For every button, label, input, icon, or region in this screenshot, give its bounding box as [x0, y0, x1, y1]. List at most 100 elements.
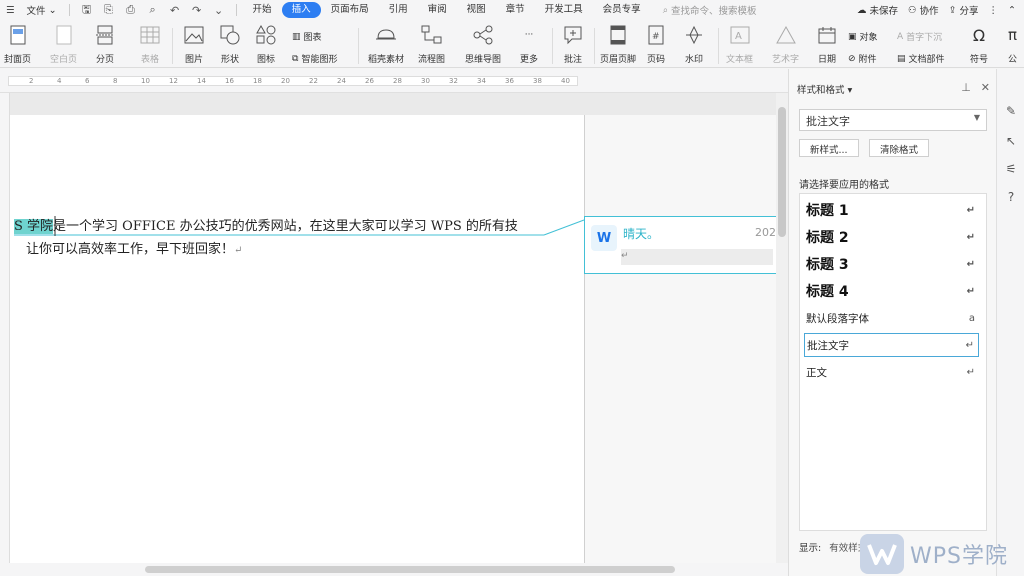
- wordart-button[interactable]: 艺术字: [772, 24, 799, 65]
- symbol-button[interactable]: Ω 符号: [970, 24, 989, 66]
- vertical-ruler[interactable]: [0, 93, 10, 563]
- header-footer-button[interactable]: 页眉页脚: [600, 24, 636, 65]
- horizontal-scrollbar[interactable]: [0, 563, 788, 576]
- close-icon[interactable]: ✕: [981, 81, 990, 94]
- chart-button[interactable]: ▥ 图表: [292, 30, 322, 44]
- settings-sliders-icon[interactable]: ⚟: [1003, 161, 1019, 177]
- collapse-ribbon-button[interactable]: ⌃: [1008, 5, 1016, 16]
- file-menu[interactable]: 文件 ⌄: [21, 0, 63, 20]
- style-name: 标题 1: [806, 203, 849, 219]
- tab-review[interactable]: 审阅: [418, 2, 457, 18]
- show-filter[interactable]: 显示: 有效样式: [799, 540, 867, 554]
- comment-button[interactable]: 批注: [563, 24, 583, 65]
- menu-icon[interactable]: ☰: [0, 0, 21, 20]
- page-break-button[interactable]: 分页: [95, 24, 115, 65]
- style-item-heading-1[interactable]: 标题 1 ↵: [804, 198, 979, 222]
- clear-format-button[interactable]: 清除格式: [869, 139, 930, 157]
- export-pdf-icon[interactable]: ⎘: [98, 0, 120, 20]
- cloud-icon: ☁: [856, 4, 867, 16]
- style-item-default-font[interactable]: 默认段落字体 a: [804, 306, 979, 330]
- style-item-heading-3[interactable]: 标题 3 ↵: [804, 252, 979, 276]
- print-icon[interactable]: ⎙: [120, 0, 142, 20]
- object-button[interactable]: ▣ 对象: [848, 30, 878, 44]
- object-label: 对象: [859, 33, 878, 43]
- comment-card[interactable]: W 晴天。 202 ↵: [584, 216, 778, 274]
- share-button[interactable]: ⇪ 分享: [949, 3, 979, 18]
- tab-home[interactable]: 开始: [243, 2, 282, 18]
- more-button[interactable]: ··· 更多: [520, 24, 538, 65]
- doc-parts-button[interactable]: ▤ 文档部件: [897, 52, 945, 66]
- ruler-tick: 12: [169, 77, 178, 85]
- tab-member[interactable]: 会员专享: [593, 2, 651, 18]
- date-button[interactable]: 日期: [818, 24, 836, 65]
- redo-icon[interactable]: ↷: [186, 0, 208, 20]
- style-name: 标题 4: [806, 284, 849, 300]
- divider: [235, 4, 237, 16]
- style-item-comment-text[interactable]: 批注文字 ↵: [804, 333, 979, 357]
- picture-button[interactable]: 图片: [184, 24, 204, 65]
- page-number-icon: #: [648, 24, 664, 46]
- stock-material-button[interactable]: 稻壳素材: [368, 24, 404, 65]
- symbol-label: 符号: [970, 55, 989, 65]
- unsaved-label: 未保存: [869, 6, 898, 17]
- print-preview-icon[interactable]: ⌕: [142, 0, 164, 20]
- attachment-button[interactable]: ⊘ 附件: [848, 52, 877, 66]
- help-icon[interactable]: ?: [1003, 189, 1019, 205]
- scrollbar-thumb[interactable]: [145, 566, 675, 573]
- shape-button[interactable]: 形状: [220, 24, 240, 65]
- command-search[interactable]: ⌕ 查找命令、搜索模板: [663, 3, 757, 18]
- table-button[interactable]: 表格: [140, 24, 160, 65]
- pencil-icon[interactable]: ✎: [1003, 103, 1019, 119]
- customize-icon[interactable]: ⌄: [208, 0, 230, 20]
- tab-view[interactable]: 视图: [457, 2, 496, 18]
- scrollbar-thumb[interactable]: [778, 107, 786, 237]
- new-style-button[interactable]: 新样式...: [799, 139, 859, 157]
- comment-label: 批注: [563, 55, 582, 65]
- icons-gallery-icon: [256, 24, 276, 46]
- tab-insert[interactable]: 插入: [281, 2, 321, 18]
- cover-page-icon: [10, 24, 26, 46]
- tab-developer[interactable]: 开发工具: [535, 2, 593, 18]
- flowchart-button[interactable]: 流程图: [418, 24, 445, 65]
- collab-button[interactable]: ⚇ 协作: [908, 3, 939, 18]
- dropcap-button[interactable]: A 首字下沉: [897, 30, 943, 44]
- comment-body-input[interactable]: [621, 249, 773, 265]
- save-icon[interactable]: 🖫: [76, 0, 98, 20]
- formula-button[interactable]: π 公: [1008, 24, 1017, 65]
- attachment-label: 附件: [858, 55, 877, 65]
- textbox-icon: A: [730, 24, 750, 46]
- document-page[interactable]: [10, 115, 584, 563]
- tab-references[interactable]: 引用: [379, 2, 418, 18]
- watermark-button[interactable]: 水印: [684, 24, 704, 65]
- current-style-select[interactable]: 批注文字 ▼: [799, 109, 987, 131]
- style-item-heading-4[interactable]: 标题 4 ↵: [804, 279, 979, 303]
- pin-icon[interactable]: ⊥: [961, 81, 971, 94]
- paragraph-mark-icon: ↵: [966, 204, 975, 216]
- panel-title[interactable]: 样式和格式 ▾: [797, 82, 852, 96]
- icon-button[interactable]: 图标: [256, 24, 276, 65]
- cursor-icon[interactable]: ↖: [1003, 133, 1019, 149]
- horizontal-ruler[interactable]: 2 4 6 8 10 12 14 16 18 20 22 24 26 28 30…: [0, 69, 788, 93]
- tab-section[interactable]: 章节: [496, 2, 535, 18]
- smart-art-button[interactable]: ⧉ 智能图形: [292, 52, 337, 66]
- line-2-text: 让你可以高效率工作，早下班回家！: [26, 242, 235, 257]
- dropcap-label: 首字下沉: [906, 33, 943, 43]
- tab-page-layout[interactable]: 页面布局: [321, 2, 379, 18]
- unsaved-status[interactable]: ☁ 未保存: [856, 3, 898, 18]
- omega-icon: Ω: [972, 25, 986, 45]
- textbox-button[interactable]: A 文本框: [726, 24, 753, 65]
- style-item-body[interactable]: 正文 ↵: [804, 360, 979, 384]
- style-item-heading-2[interactable]: 标题 2 ↵: [804, 225, 979, 249]
- vertical-scrollbar[interactable]: [776, 93, 788, 563]
- more-options-button[interactable]: ⋮: [989, 5, 999, 16]
- picture-label: 图片: [184, 55, 203, 65]
- paperclip-icon: ⊘: [848, 53, 856, 64]
- formula-label: 公: [1008, 55, 1018, 65]
- page-number-button[interactable]: # 页码: [647, 24, 665, 65]
- undo-icon[interactable]: ↶: [164, 0, 186, 20]
- mindmap-button[interactable]: 思维导图: [465, 24, 501, 65]
- cover-page-button[interactable]: 封面页: [4, 24, 31, 65]
- ruler-tick: 22: [309, 77, 318, 85]
- blank-page-button[interactable]: 空白页: [50, 24, 77, 65]
- paragraph-line-2: 让你可以高效率工作，早下班回家！↵: [14, 238, 554, 262]
